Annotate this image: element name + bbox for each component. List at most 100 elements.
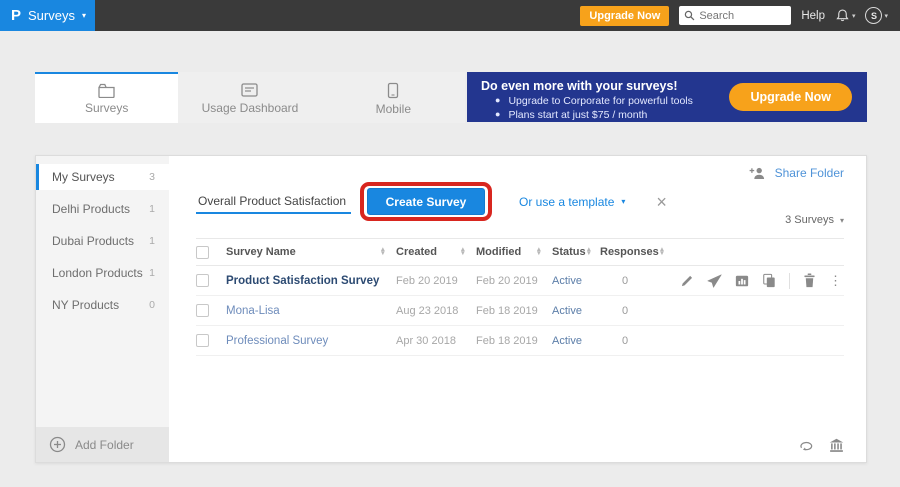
analytics-icon[interactable] <box>735 274 749 288</box>
sort-icon[interactable]: ▲▼ <box>536 248 542 257</box>
folder-item-my-surveys[interactable]: My Surveys 3 <box>36 164 169 190</box>
plus-circle-icon <box>49 436 66 453</box>
row-actions: ⋮ <box>662 273 844 289</box>
responses-count: 0 <box>600 335 662 347</box>
banner-upgrade-button[interactable]: Upgrade Now <box>729 83 852 111</box>
folder-label: Dubai Products <box>52 234 134 248</box>
product-menu[interactable]: P Surveys ▾ <box>0 0 95 31</box>
folder-count: 1 <box>149 267 155 279</box>
status-badge: Active <box>552 275 600 287</box>
sort-icon[interactable]: ▲▼ <box>380 248 386 257</box>
surveys-card: My Surveys 3 Delhi Products 1 Dubai Prod… <box>35 155 867 463</box>
created-date: Aug 23 2018 <box>396 305 476 317</box>
delete-icon[interactable] <box>803 273 816 288</box>
column-modified: Modified <box>476 246 521 258</box>
survey-name-link[interactable]: Professional Survey <box>226 335 396 347</box>
account-menu[interactable]: S ▾ <box>865 7 888 24</box>
folder-count: 1 <box>149 203 155 215</box>
folder-item-london-products[interactable]: London Products 1 <box>36 260 169 286</box>
table-row: Mona-Lisa Aug 23 2018 Feb 18 2019 Active… <box>196 296 844 326</box>
search-box[interactable] <box>679 6 791 25</box>
chevron-down-icon: ▾ <box>884 12 888 20</box>
share-folder-icon <box>749 166 766 180</box>
share-folder-label: Share Folder <box>775 166 844 180</box>
help-link[interactable]: Help <box>801 10 825 22</box>
surveys-content: Share Folder Create Survey Or use a temp… <box>169 156 866 462</box>
archive-icon[interactable] <box>829 438 844 453</box>
row-checkbox[interactable] <box>196 274 209 287</box>
surveys-count-label: 3 Surveys <box>785 214 834 226</box>
new-survey-name-input[interactable] <box>196 190 351 214</box>
status-badge: Active <box>552 305 600 317</box>
chevron-down-icon: ▾ <box>852 12 856 20</box>
responses-count: 0 <box>600 275 662 287</box>
add-folder-button[interactable]: Add Folder <box>36 427 169 462</box>
column-survey-name: Survey Name <box>226 246 296 258</box>
mobile-icon <box>387 82 399 99</box>
chevron-down-icon: ▾ <box>840 216 844 225</box>
column-responses: Responses <box>600 246 659 258</box>
folder-icon <box>97 82 116 98</box>
chevron-down-icon: ▾ <box>82 11 86 20</box>
folders-sidebar: My Surveys 3 Delhi Products 1 Dubai Prod… <box>36 156 169 462</box>
folder-label: London Products <box>52 266 143 280</box>
sort-icon[interactable]: ▲▼ <box>659 248 665 257</box>
folder-count: 0 <box>149 299 155 311</box>
promo-banner: Do even more with your surveys! ●Upgrade… <box>467 72 867 122</box>
upgrade-now-button[interactable]: Upgrade Now <box>580 6 669 26</box>
row-checkbox[interactable] <box>196 334 209 347</box>
restore-icon[interactable] <box>798 439 814 452</box>
table-row: Professional Survey Apr 30 2018 Feb 18 2… <box>196 326 844 356</box>
bullet-icon: ● <box>495 109 500 121</box>
sort-icon[interactable]: ▲▼ <box>460 248 466 257</box>
notifications-menu[interactable]: ▾ <box>835 8 856 23</box>
select-all-checkbox[interactable] <box>196 246 209 259</box>
footer-tools <box>798 438 844 453</box>
topbar-right: Upgrade Now Help ▾ S ▾ <box>580 6 900 26</box>
responses-count: 0 <box>600 305 662 317</box>
column-status: Status <box>552 246 586 258</box>
surveys-table: Survey Name▲▼ Created▲▼ Modified▲▼ Statu… <box>196 238 844 356</box>
table-header-row: Survey Name▲▼ Created▲▼ Modified▲▼ Statu… <box>196 238 844 266</box>
chevron-down-icon: ▾ <box>621 197 625 206</box>
search-input[interactable] <box>699 10 784 22</box>
table-row: Product Satisfaction Survey Feb 20 2019 … <box>196 266 844 296</box>
more-options-icon[interactable]: ⋮ <box>829 273 842 289</box>
modified-date: Feb 18 2019 <box>476 335 552 347</box>
created-date: Apr 30 2018 <box>396 335 476 347</box>
copy-icon[interactable] <box>762 273 776 288</box>
send-icon[interactable] <box>707 274 722 288</box>
tab-label: Usage Dashboard <box>202 101 299 115</box>
tab-usage-dashboard[interactable]: Usage Dashboard <box>178 72 321 123</box>
topbar: P Surveys ▾ Upgrade Now Help ▾ S ▾ <box>0 0 900 31</box>
create-survey-button[interactable]: Create Survey <box>367 188 485 215</box>
create-survey-row: Create Survey Or use a template ▾ × <box>196 182 667 221</box>
status-badge: Active <box>552 335 600 347</box>
row-checkbox[interactable] <box>196 304 209 317</box>
surveys-count-dropdown[interactable]: 3 Surveys ▾ <box>785 214 844 226</box>
tab-label: Surveys <box>85 101 128 115</box>
avatar: S <box>865 7 882 24</box>
divider <box>789 273 790 289</box>
promo-bullet-text: Upgrade to Corporate for powerful tools <box>508 95 692 107</box>
use-template-dropdown[interactable]: Or use a template ▾ <box>519 195 625 209</box>
survey-name-link[interactable]: Product Satisfaction Survey <box>226 275 396 287</box>
sort-icon[interactable]: ▲▼ <box>586 248 592 257</box>
highlight-annotation: Create Survey <box>360 182 492 221</box>
folder-label: My Surveys <box>52 170 115 184</box>
edit-icon[interactable] <box>680 274 694 288</box>
close-icon[interactable]: × <box>656 193 667 211</box>
tab-mobile[interactable]: Mobile <box>322 72 465 123</box>
modified-date: Feb 20 2019 <box>476 275 552 287</box>
folder-count: 3 <box>149 171 155 183</box>
survey-name-link[interactable]: Mona-Lisa <box>226 305 396 317</box>
bullet-icon: ● <box>495 95 500 107</box>
folder-item-ny-products[interactable]: NY Products 0 <box>36 292 169 318</box>
folder-item-dubai-products[interactable]: Dubai Products 1 <box>36 228 169 254</box>
folder-item-delhi-products[interactable]: Delhi Products 1 <box>36 196 169 222</box>
promo-bullet-text: Plans start at just $75 / month <box>508 109 647 121</box>
modified-date: Feb 18 2019 <box>476 305 552 317</box>
search-icon <box>684 10 695 21</box>
tab-surveys[interactable]: Surveys <box>35 72 178 123</box>
share-folder-button[interactable]: Share Folder <box>749 166 844 180</box>
